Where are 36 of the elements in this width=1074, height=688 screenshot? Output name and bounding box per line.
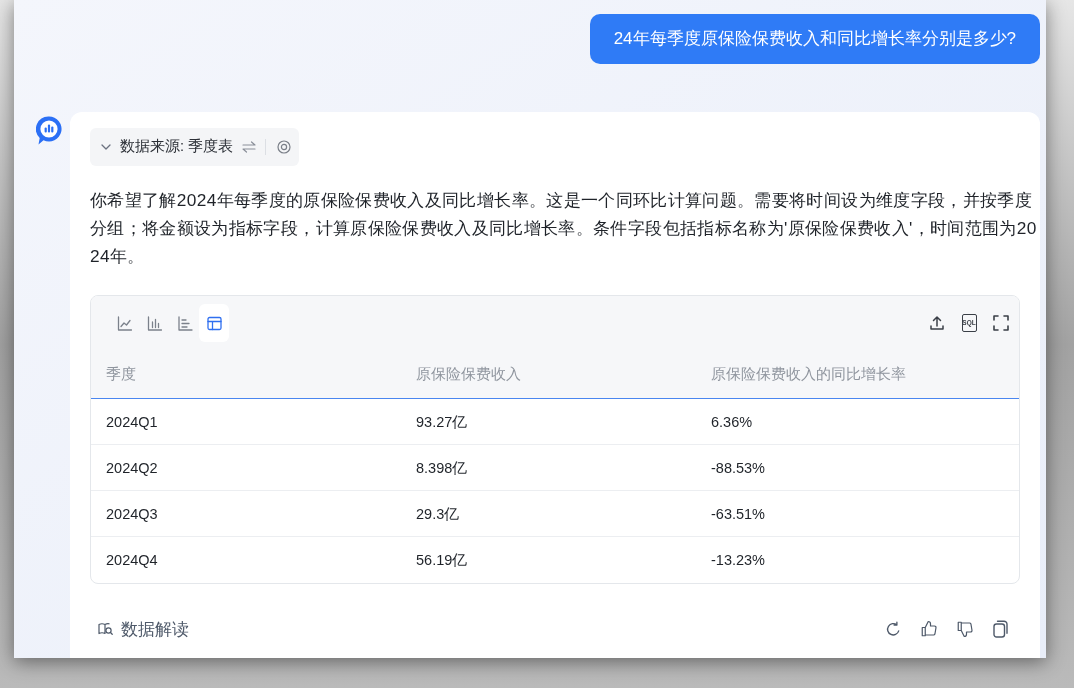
thumbs-up-icon bbox=[920, 620, 938, 638]
table-cell: 8.398亿 bbox=[416, 459, 468, 476]
question-bubble: 24年每季度原保险保费收入和同比增长率分别是多少? bbox=[589, 14, 1040, 64]
concentric-circles-icon bbox=[277, 140, 292, 154]
copy-icon bbox=[993, 620, 1009, 638]
column-header: 季度 bbox=[106, 366, 136, 382]
bar-chart-icon bbox=[145, 314, 163, 332]
table-cell: 93.27亿 bbox=[416, 413, 468, 430]
table-cell: 2024Q2 bbox=[106, 459, 158, 476]
table-icon bbox=[205, 314, 223, 332]
table-cell: -13.23% bbox=[711, 552, 765, 568]
table-cell: -88.53% bbox=[711, 459, 765, 476]
table-cell: 56.19亿 bbox=[416, 552, 468, 568]
upload-icon bbox=[929, 315, 945, 331]
horizontal-bar-chart-icon bbox=[175, 314, 193, 332]
table-cell: 29.3亿 bbox=[416, 505, 460, 522]
view-button[interactable] bbox=[276, 139, 293, 155]
line-chart-icon bbox=[115, 314, 133, 332]
fullscreen-icon bbox=[993, 315, 1009, 331]
refresh-icon bbox=[884, 620, 902, 638]
data-source-toggle[interactable]: 数据来源: 季度表 bbox=[100, 136, 234, 158]
table-cell: 2024Q4 bbox=[106, 552, 158, 568]
thumbs-down-icon bbox=[956, 620, 974, 638]
table-cell: -63.51% bbox=[711, 505, 765, 522]
column-header: 原保险保费收入 bbox=[416, 366, 521, 382]
swap-button[interactable] bbox=[241, 139, 258, 155]
assistant-avatar-icon bbox=[36, 116, 62, 146]
book-search-icon bbox=[98, 622, 113, 636]
table-cell: 6.36% bbox=[711, 413, 753, 430]
answer-summary: 你希望了解2024年每季度的原保险保费收入及同比增长率。这是一个同环比计算问题。需要将时间设为维度字段，并按季度分组；将金额设为指标字段，计算原保险保费收入及同比增长率。条件字段包括指标名称为'原保险保费收入'，时间范围为2024年。 bbox=[90, 189, 1038, 268]
data-interpret-button[interactable]: 数据解读 bbox=[98, 616, 189, 642]
table-view-tab[interactable] bbox=[199, 304, 229, 342]
swap-arrows-icon bbox=[242, 141, 257, 153]
column-header: 原保险保费收入的同比增长率 bbox=[711, 366, 906, 382]
table-cell: 2024Q3 bbox=[106, 505, 158, 522]
table-cell: 2024Q1 bbox=[106, 413, 158, 430]
